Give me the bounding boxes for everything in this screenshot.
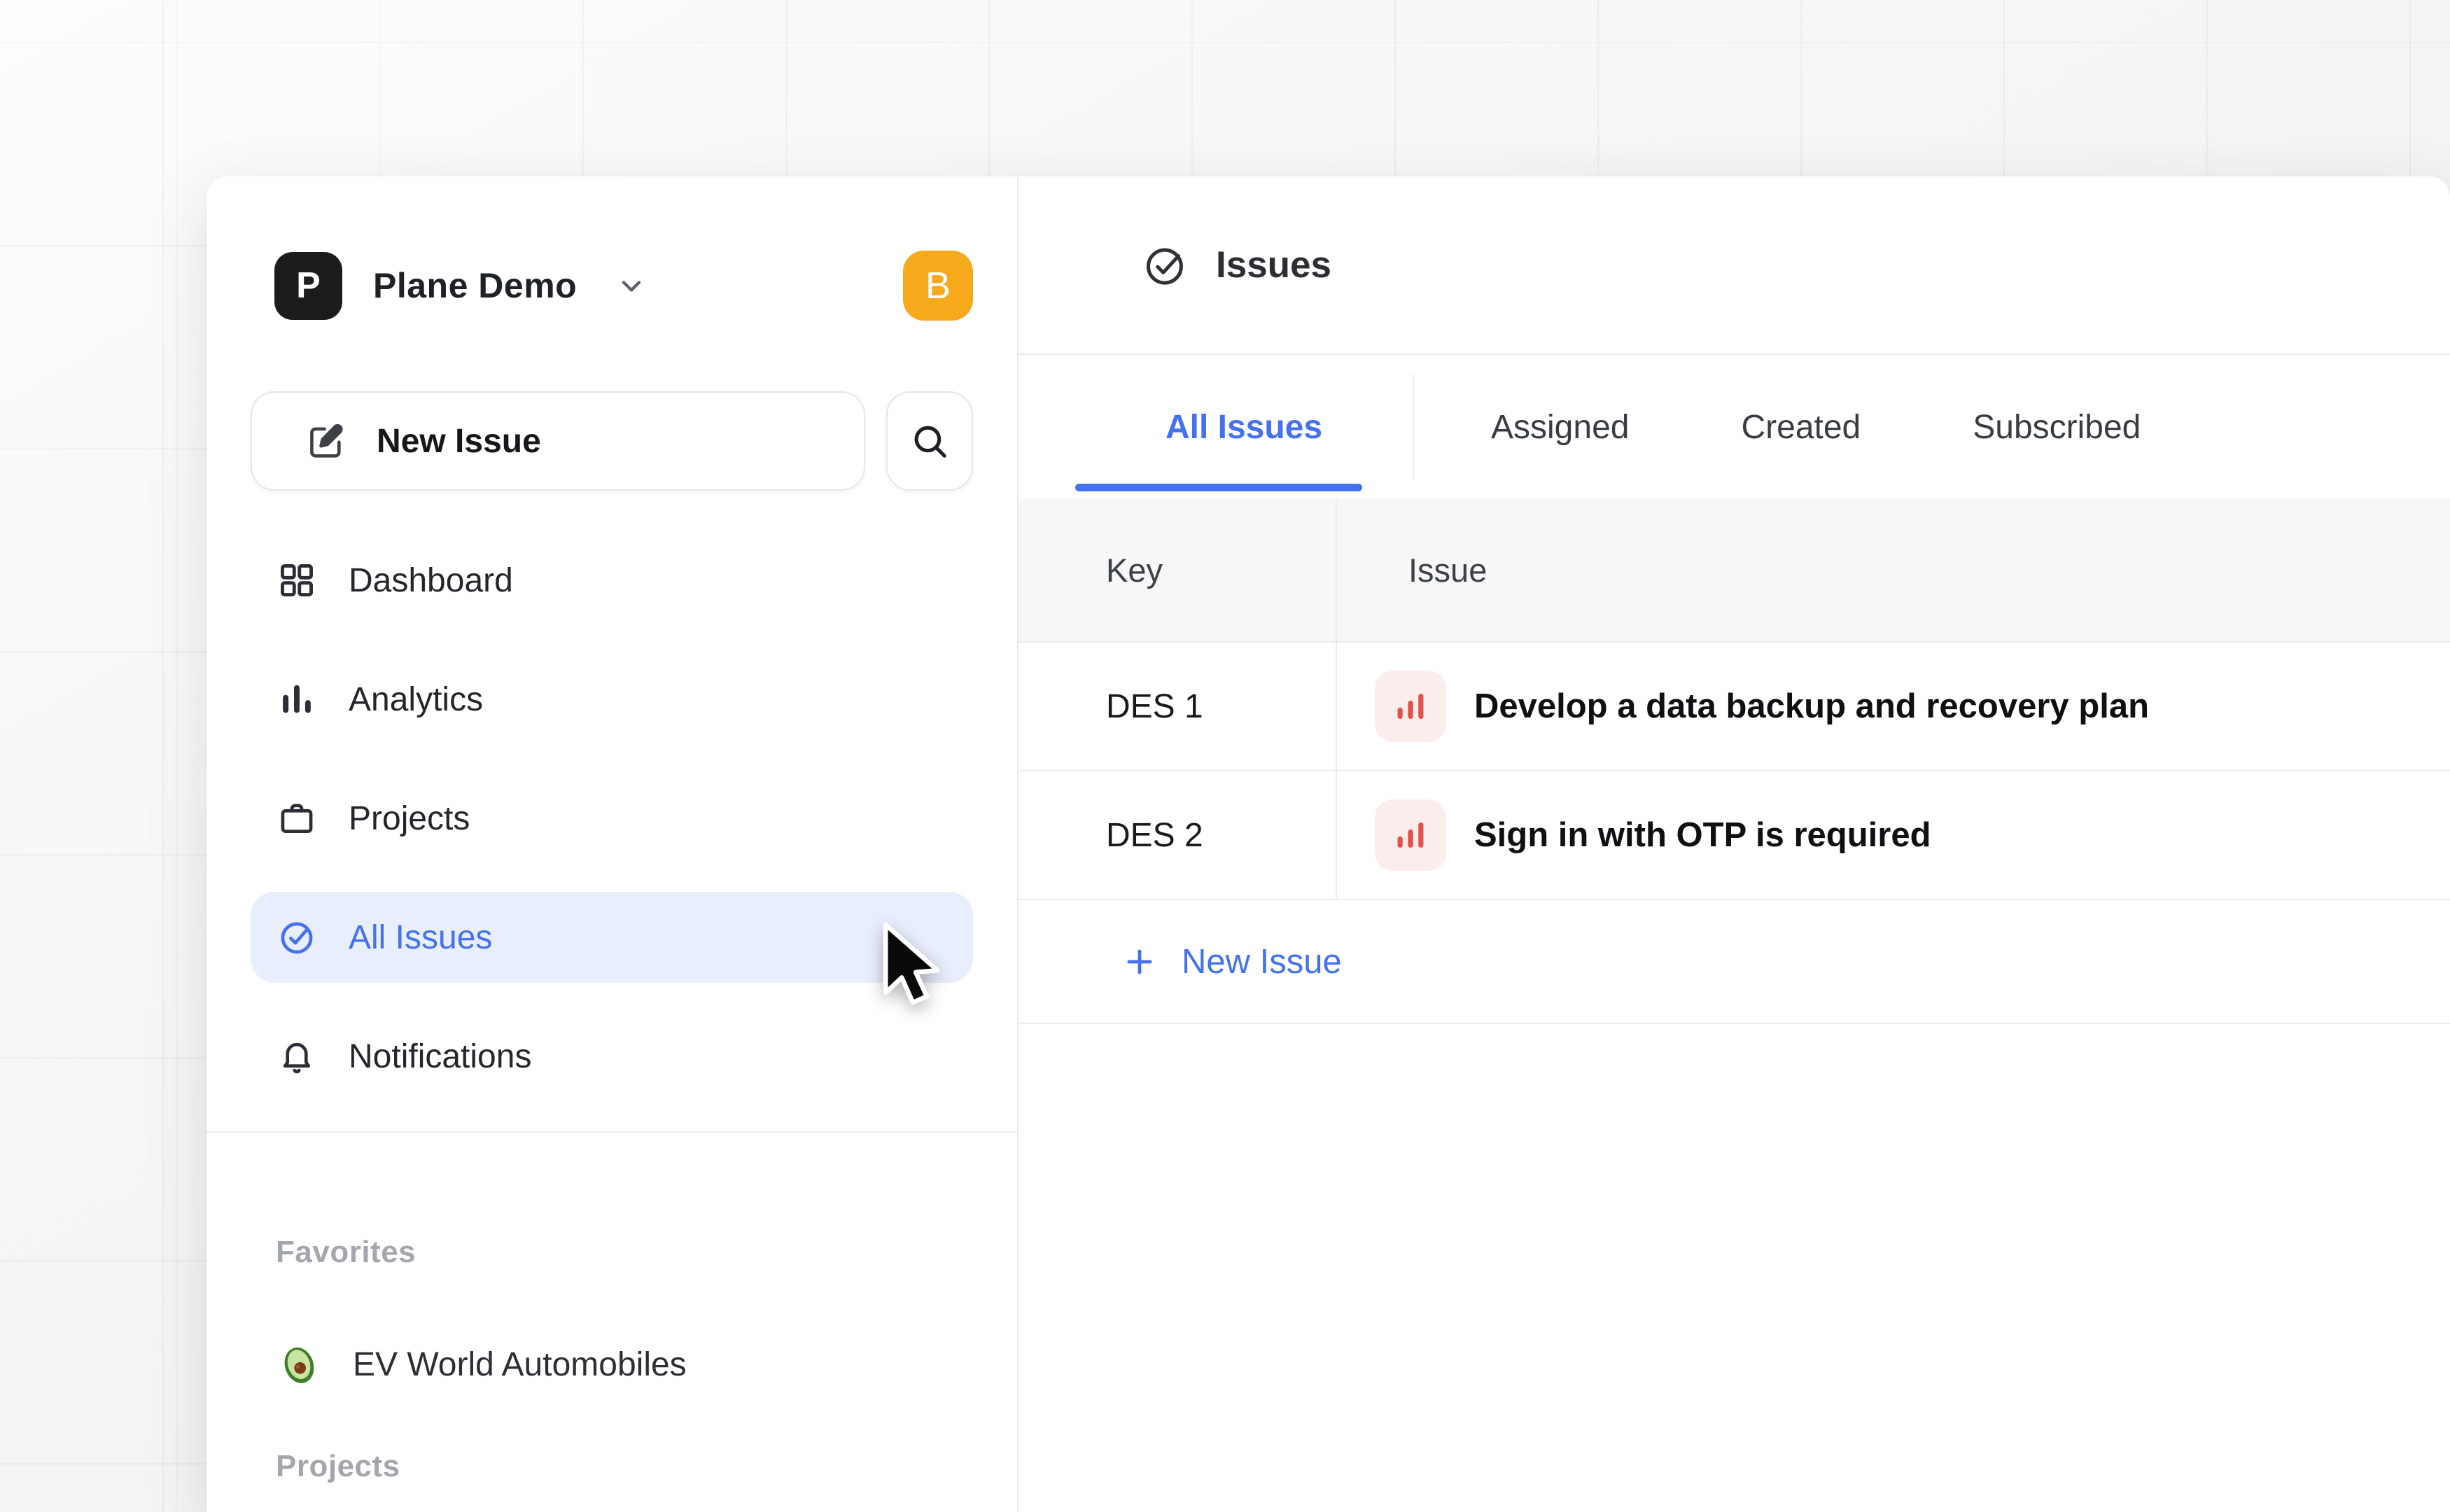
edit-pencil-icon xyxy=(305,421,346,461)
avocado-icon xyxy=(277,1341,321,1387)
issue-title: Sign in with OTP is required xyxy=(1474,816,1931,855)
bell-icon xyxy=(277,1037,316,1076)
add-new-issue-label: New Issue xyxy=(1182,942,1342,981)
new-issue-button[interactable]: New Issue xyxy=(251,391,865,491)
sidebar-item-label: Dashboard xyxy=(349,561,513,600)
tab-divider xyxy=(1413,374,1414,479)
sidebar-item-label: All Issues xyxy=(349,918,492,957)
table-row[interactable]: DES 1 Develop a data backup and recovery… xyxy=(1018,643,2450,771)
issue-key: DES 2 xyxy=(1106,816,1203,855)
column-header-issue: Issue xyxy=(1408,551,1487,589)
tab-all-issues[interactable]: All Issues xyxy=(1075,355,1413,499)
sidebar-item-label: Notifications xyxy=(349,1037,531,1076)
workspace-logo: P xyxy=(274,252,342,320)
favorites-section-title: Favorites xyxy=(276,1235,973,1270)
issues-table-header: Key Issue xyxy=(1018,499,2450,643)
user-avatar[interactable]: B xyxy=(903,251,973,321)
app-window: P Plane Demo B New Issue xyxy=(206,176,2450,1512)
sidebar-item-dashboard[interactable]: Dashboard xyxy=(251,535,973,626)
active-tab-underline xyxy=(1075,484,1362,491)
sidebar: P Plane Demo B New Issue xyxy=(206,176,1018,1512)
sidebar-item-projects[interactable]: Projects xyxy=(251,773,973,864)
workspace-name: Plane Demo xyxy=(373,265,577,306)
search-button[interactable] xyxy=(886,391,973,491)
sidebar-item-all-issues[interactable]: All Issues xyxy=(251,892,973,983)
add-new-issue-link[interactable]: New Issue xyxy=(1018,900,2450,1024)
check-circle-icon xyxy=(277,918,316,957)
favorite-item-label: EV World Automobiles xyxy=(353,1345,687,1384)
issue-key: DES 1 xyxy=(1106,687,1203,726)
tab-created[interactable]: Created xyxy=(1685,355,1917,499)
page-title: Issues xyxy=(1216,244,1331,286)
analytics-icon xyxy=(277,680,316,719)
issues-check-circle-icon xyxy=(1143,243,1188,288)
sidebar-divider xyxy=(206,1131,1018,1133)
chevron-down-icon xyxy=(616,270,647,301)
urgent-priority-icon xyxy=(1375,671,1446,742)
plus-icon xyxy=(1121,944,1158,980)
page-background: { "workspace": { "logo_letter": "P", "na… xyxy=(0,0,2450,1512)
issue-title: Develop a data backup and recovery plan xyxy=(1474,687,2149,726)
tab-subscribed[interactable]: Subscribed xyxy=(1917,355,2197,499)
sidebar-item-label: Analytics xyxy=(349,680,483,719)
sidebar-nav: Dashboard Analytics Projects xyxy=(251,535,973,1102)
new-issue-button-label: New Issue xyxy=(377,422,541,461)
projects-section-title: Projects xyxy=(276,1449,973,1484)
column-header-key: Key xyxy=(1106,551,1163,589)
briefcase-icon xyxy=(277,799,316,838)
tab-assigned[interactable]: Assigned xyxy=(1435,355,1685,499)
main-header: Issues xyxy=(1018,176,2450,355)
issues-tabs: All Issues Assigned Created Subscribed xyxy=(1018,355,2450,499)
favorite-item-ev-world-automobiles[interactable]: EV World Automobiles xyxy=(251,1326,973,1403)
sidebar-item-analytics[interactable]: Analytics xyxy=(251,654,973,745)
workspace-switcher[interactable]: P Plane Demo B xyxy=(251,251,973,321)
urgent-priority-icon xyxy=(1375,799,1446,871)
main-panel: Issues All Issues Assigned Created Subsc… xyxy=(1018,176,2450,1512)
sidebar-item-notifications[interactable]: Notifications xyxy=(251,1011,973,1102)
sidebar-item-label: Projects xyxy=(349,799,470,838)
dashboard-icon xyxy=(277,561,316,600)
search-icon xyxy=(908,419,951,463)
sidebar-actions: New Issue xyxy=(251,391,973,491)
table-row[interactable]: DES 2 Sign in with OTP is required xyxy=(1018,771,2450,900)
